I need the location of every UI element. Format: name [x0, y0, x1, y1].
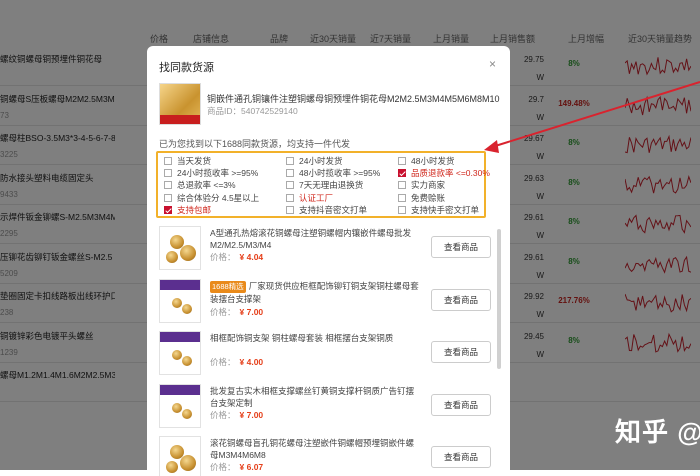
checkbox[interactable]: [286, 193, 294, 202]
checkbox[interactable]: [164, 193, 172, 202]
product-title[interactable]: 批发复古实木相框支撑螺丝钉黄铜支撑杆铜质广告钉摆台支架定制: [210, 385, 420, 409]
featured-badge: 1688精选: [210, 280, 246, 293]
filter-option[interactable]: 实力商家: [398, 179, 445, 191]
filter-option[interactable]: 24小时发货: [286, 155, 342, 167]
product-thumbnail[interactable]: [159, 383, 201, 428]
view-product-button[interactable]: 查看商品: [431, 393, 491, 416]
found-sources-text: 已为您找到以下1688同款货源，均支持一件代发: [159, 139, 351, 149]
checkbox[interactable]: [398, 157, 406, 165]
product-price: 价格： ¥ 7.00: [210, 409, 264, 420]
product-title[interactable]: 1688精选 厂家现货供应柜框配饰铆钉铜支架铜柱螺母套装摆台支撑架: [210, 280, 420, 305]
view-product-button[interactable]: 查看商品: [431, 341, 491, 363]
checkbox[interactable]: [286, 181, 294, 190]
find-source-modal: 找同款货源 × 铜嵌件通孔铜镶件注塑铜螺母铜预埋件铜花母M2M2.5M3M4M5…: [147, 46, 510, 476]
checkbox[interactable]: [398, 205, 406, 214]
checkbox[interactable]: [286, 205, 294, 214]
checkbox[interactable]: [164, 169, 172, 178]
filter-option[interactable]: 当天发货: [164, 155, 211, 167]
filter-option[interactable]: 免费赊账: [398, 192, 445, 204]
filter-option[interactable]: 认证工厂: [286, 192, 333, 204]
checkbox[interactable]: [398, 193, 406, 202]
checkbox[interactable]: [398, 181, 406, 190]
source-product-title: 铜嵌件通孔铜镶件注塑铜螺母铜预埋件铜花母M2M2.5M3M4M5M6M8M10: [207, 94, 500, 104]
filter-option[interactable]: 7天无理由退换货: [286, 179, 363, 191]
list-item: 相框配饰铜支架 铜柱螺母套装 相框摆台支架铜质 价格： ¥ 4.00 查看商品: [147, 327, 510, 379]
product-title[interactable]: 滚花铜螺母盲孔铜花螺母注塑嵌件铜螺帽预埋铜嵌件螺母M3M4M6M8: [210, 437, 420, 461]
checkbox[interactable]: [164, 181, 172, 190]
list-scrollbar[interactable]: [497, 229, 501, 369]
filter-option[interactable]: 48小时发货: [398, 155, 454, 167]
source-product-image: [159, 83, 201, 125]
checkbox[interactable]: [164, 205, 172, 214]
list-item: A型通孔热熔滚花铜螺母注塑铜螺帽内镶嵌件螺母批发M2/M2.5/M3/M4 价格：…: [147, 222, 510, 274]
filter-option[interactable]: 综合体验分 4.5星以上: [164, 192, 259, 204]
product-price: 价格： ¥ 4.04: [210, 252, 264, 262]
product-price: 价格： ¥ 7.00: [210, 306, 264, 317]
checkbox[interactable]: [286, 157, 294, 165]
close-icon[interactable]: ×: [489, 57, 496, 71]
filter-option[interactable]: 品质退款率 <=0.30%: [398, 167, 490, 179]
view-product-button[interactable]: 查看商品: [431, 288, 491, 311]
view-product-button[interactable]: 查看商品: [431, 446, 491, 468]
list-item: 1688精选 厂家现货供应柜框配饰铆钉铜支架铜柱螺母套装摆台支撑架 价格： ¥ 7.0…: [147, 275, 510, 327]
product-title[interactable]: 相框配饰铜支架 铜柱螺母套装 相框摆台支架铜质: [210, 332, 420, 344]
filter-option[interactable]: 24小时揽收率 >=95%: [164, 167, 258, 179]
product-price: 价格： ¥ 6.07: [210, 462, 264, 472]
filter-option[interactable]: 支持快手密文打单: [398, 204, 479, 216]
source-product-id: 商品ID：540742529140: [207, 106, 298, 116]
checkbox[interactable]: [286, 169, 294, 178]
list-item: 滚花铜螺母盲孔铜花螺母注塑嵌件铜螺帽预埋铜嵌件螺母M3M4M6M8 价格： ¥ 6.…: [147, 432, 510, 476]
filter-option[interactable]: 支持抖音密文打单: [286, 204, 367, 216]
product-thumbnail[interactable]: [159, 226, 201, 270]
product-title[interactable]: A型通孔热熔滚花铜螺母注塑铜螺帽内镶嵌件螺母批发M2/M2.5/M3/M4: [210, 227, 420, 251]
list-item: 批发复古实木相框支撑螺丝钉黄铜支撑杆铜质广告钉摆台支架定制 价格： ¥ 7.00 查看…: [147, 380, 510, 432]
filter-option[interactable]: 总退款率 <=3%: [164, 179, 236, 191]
view-product-button[interactable]: 查看商品: [431, 236, 491, 258]
watermark: 知乎 @: [615, 417, 700, 447]
product-thumbnail[interactable]: [159, 436, 201, 476]
product-thumbnail[interactable]: [159, 278, 201, 323]
checkbox[interactable]: [164, 157, 172, 165]
checkbox[interactable]: [398, 169, 406, 178]
product-price: 价格： ¥ 4.00: [210, 357, 264, 367]
product-thumbnail[interactable]: [159, 331, 201, 375]
filter-option[interactable]: 支持包邮: [164, 204, 211, 216]
filter-option[interactable]: 48小时揽收率 >=95%: [286, 167, 380, 179]
filter-panel: 当天发货 24小时发货 48小时发货 24小时揽收率 >=95% 48小时揽收率 >=9…: [156, 151, 490, 218]
modal-title: 找同款货源: [159, 62, 214, 74]
